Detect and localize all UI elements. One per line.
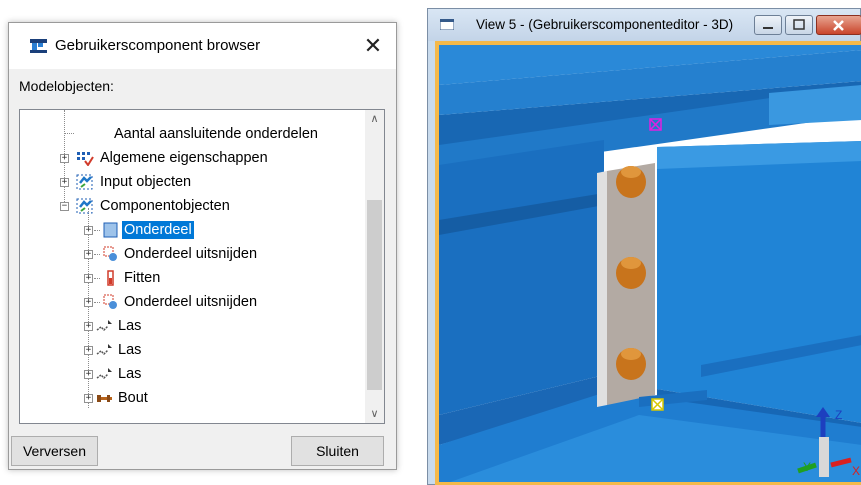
weld-icon	[96, 320, 112, 332]
part-cut-icon	[103, 294, 117, 309]
expand-icon[interactable]: +	[84, 370, 93, 379]
tree-item-label: Las	[118, 342, 142, 358]
close-icon[interactable]: ✕	[358, 31, 388, 61]
tree-item-label: Fitten	[124, 270, 161, 286]
tree-row[interactable]: + Onderdeel uitsnijden	[20, 242, 364, 266]
maximize-button[interactable]	[785, 15, 813, 35]
tree-row[interactable]: + Bout	[20, 386, 364, 410]
scrollbar-thumb[interactable]	[367, 200, 382, 390]
expand-icon[interactable]: +	[84, 394, 93, 403]
refresh-button[interactable]: Verversen	[11, 436, 98, 466]
tree-item-label: Onderdeel uitsnijden	[124, 294, 258, 310]
bolt	[616, 257, 646, 289]
part-icon	[103, 222, 118, 238]
axis-label-z: Z	[835, 408, 842, 422]
dialog-titlebar: Gebruikerscomponent browser ✕	[9, 23, 396, 69]
expand-icon[interactable]: +	[84, 226, 93, 235]
input-objects-icon	[76, 174, 93, 190]
properties-icon	[77, 152, 94, 166]
expand-icon[interactable]: +	[60, 154, 69, 163]
tree-item-label: Algemene eigenschappen	[100, 150, 268, 166]
yellow-point-marker-icon[interactable]	[651, 398, 664, 411]
model-objects-label: Modelobjecten:	[19, 78, 114, 94]
tree-item-label: Las	[118, 318, 142, 334]
component-objects-icon	[76, 198, 93, 214]
view-window-icon	[440, 19, 454, 30]
bolt	[616, 166, 646, 198]
tree-row[interactable]: + Onderdeel	[20, 218, 364, 242]
tree-row[interactable]: + Input objecten	[20, 170, 364, 194]
tree-row[interactable]: + Algemene eigenschappen	[20, 146, 364, 170]
tree-row[interactable]: + Onderdeel uitsnijden	[20, 290, 364, 314]
expand-icon[interactable]: +	[84, 298, 93, 307]
axis-label-x: X	[852, 464, 860, 478]
weld-icon	[96, 344, 112, 356]
tree-row[interactable]: + Las	[20, 338, 364, 362]
tree-item-label: Input objecten	[100, 174, 192, 190]
tree-item-label: Onderdeel	[122, 221, 194, 239]
fitting-icon	[107, 270, 114, 286]
tree-item-label: Onderdeel uitsnijden	[124, 246, 258, 262]
tree-item-label: Las	[118, 366, 142, 382]
minimize-button[interactable]	[754, 15, 782, 35]
tree-row[interactable]: − Componentobjecten	[20, 194, 364, 218]
tree-item-label: Aantal aansluitende onderdelen	[114, 126, 318, 142]
model-viewport-3d[interactable]: Z X Y	[435, 41, 861, 485]
window-close-button[interactable]	[816, 15, 861, 35]
bolt	[616, 348, 646, 380]
tree-item-label: Bout	[118, 390, 148, 406]
left-beam-web	[439, 140, 604, 415]
component-browser-dialog: Gebruikerscomponent browser ✕ Modelobjec…	[8, 22, 397, 470]
maximize-icon	[793, 19, 805, 30]
tree-row[interactable]: + Las	[20, 362, 364, 386]
weld-icon	[96, 368, 112, 380]
tree-row[interactable]: + Fitten	[20, 266, 364, 290]
minimize-icon	[763, 27, 773, 29]
tree-row[interactable]: Aantal aansluitende onderdelen	[20, 122, 364, 146]
view-title: View 5 - (Gebruikerscomponenteditor - 3D…	[476, 17, 734, 32]
close-icon	[833, 20, 844, 31]
tree-scrollbar[interactable]: ∧ ∨	[365, 110, 384, 423]
scroll-down-arrow-icon[interactable]: ∨	[365, 405, 384, 423]
tree-item-label: Componentobjecten	[100, 198, 230, 214]
expand-icon[interactable]: +	[84, 322, 93, 331]
dialog-title: Gebruikerscomponent browser	[55, 37, 261, 54]
expand-icon[interactable]: +	[84, 274, 93, 283]
expand-icon[interactable]: +	[84, 250, 93, 259]
expand-icon[interactable]: +	[84, 346, 93, 355]
model-objects-tree[interactable]: Aantal aansluitende onderdelen + Algemen…	[19, 109, 385, 424]
tree-row[interactable]: + Las	[20, 314, 364, 338]
collapse-icon[interactable]: −	[60, 202, 69, 211]
axis-label-y: Y	[803, 460, 811, 474]
end-plate-edge	[597, 171, 607, 407]
bolt-icon	[97, 395, 112, 402]
right-beam-web	[657, 141, 861, 423]
view-window: View 5 - (Gebruikerscomponenteditor - 3D…	[427, 8, 861, 485]
scroll-up-arrow-icon[interactable]: ∧	[365, 110, 384, 128]
part-cut-icon	[103, 246, 117, 261]
close-button[interactable]: Sluiten	[291, 436, 384, 466]
expand-icon[interactable]: +	[60, 178, 69, 187]
view-titlebar: View 5 - (Gebruikerscomponenteditor - 3D…	[428, 9, 861, 41]
connection-model-drawing: Z X Y	[439, 45, 861, 482]
tekla-app-icon	[30, 39, 47, 53]
